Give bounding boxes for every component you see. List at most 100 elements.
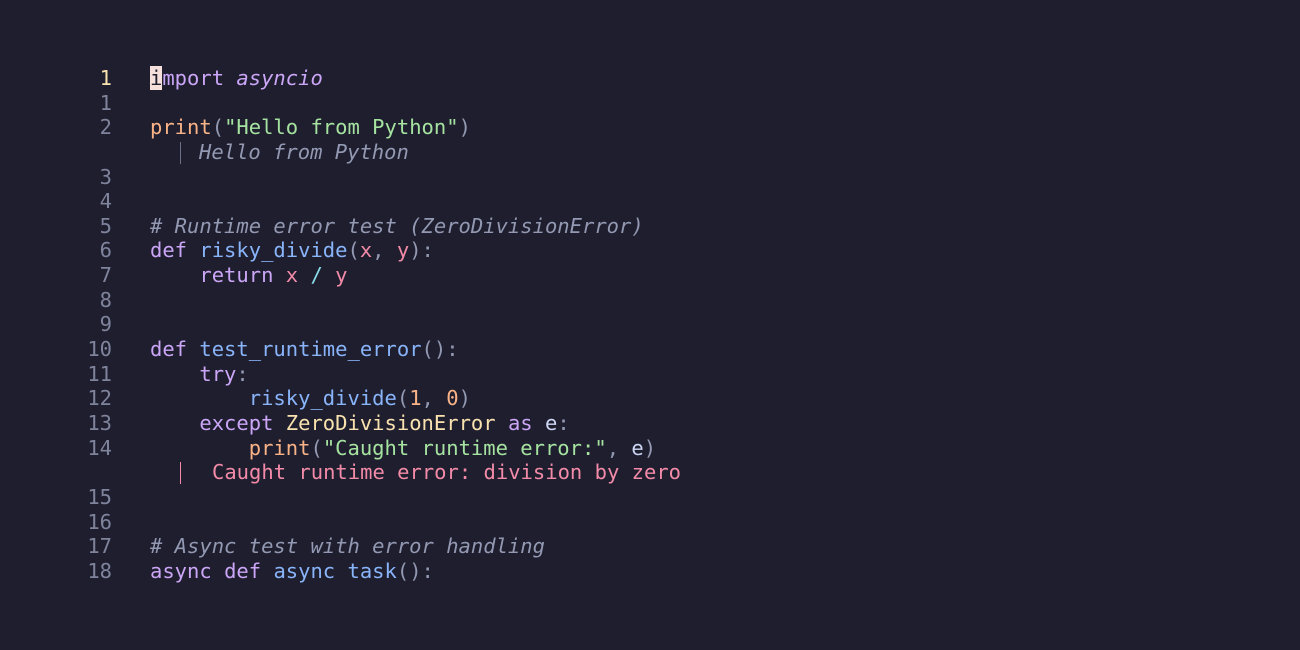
code-token: mport bbox=[162, 66, 225, 90]
code-token: ) bbox=[458, 115, 471, 140]
code-token: print bbox=[150, 115, 212, 140]
code-token: try bbox=[199, 361, 237, 386]
code-line[interactable]: 5 # Runtime error test (ZeroDivisionError… bbox=[0, 214, 1300, 239]
code-token: test_runtime_error bbox=[199, 337, 422, 362]
code-text[interactable]: import asyncio bbox=[150, 66, 323, 91]
code-text[interactable]: # Async test with error handling bbox=[150, 534, 545, 559]
code-editor[interactable]: 1 import asyncio 1 2 print("Hello from Pytho… bbox=[0, 66, 1300, 583]
line-number: 10 bbox=[87, 337, 112, 362]
code-line[interactable]: 4 bbox=[0, 189, 1300, 214]
code-line[interactable]: 12 risky_divide(1, 0) bbox=[0, 386, 1300, 411]
code-line[interactable]: 1 bbox=[0, 91, 1300, 116]
code-text[interactable]: print("Caught runtime error:", e) bbox=[150, 436, 656, 461]
code-token: x bbox=[285, 263, 299, 288]
code-token: def bbox=[150, 238, 188, 263]
code-token: return bbox=[199, 263, 274, 288]
code-token: ( bbox=[347, 238, 360, 263]
code-token: e bbox=[532, 410, 558, 435]
code-token: "Hello from Python" bbox=[224, 115, 459, 140]
code-token: risky_divide bbox=[199, 238, 348, 263]
code-token: def bbox=[150, 337, 188, 362]
line-number: 15 bbox=[87, 484, 112, 509]
code-text[interactable]: try: bbox=[150, 361, 249, 387]
output-gutter-bar bbox=[180, 141, 181, 164]
code-token: , bbox=[606, 435, 632, 460]
code-token: ) bbox=[458, 386, 471, 411]
code-line[interactable]: 8 bbox=[0, 288, 1300, 313]
code-token: async bbox=[150, 558, 212, 583]
line-number: 1 bbox=[99, 66, 112, 90]
line-number: 1 bbox=[99, 90, 112, 115]
line-number: 17 bbox=[87, 534, 112, 559]
line-number: 7 bbox=[99, 263, 112, 288]
code-text[interactable]: risky_divide(1, 0) bbox=[150, 386, 471, 411]
code-token: ( bbox=[396, 386, 410, 411]
line-number: 12 bbox=[87, 386, 112, 411]
line-number: 9 bbox=[99, 312, 112, 337]
line-number: 11 bbox=[87, 361, 112, 386]
line-number: 16 bbox=[87, 509, 112, 534]
line-number: 2 bbox=[99, 115, 112, 140]
code-token: (): bbox=[421, 337, 459, 362]
line-number: 5 bbox=[99, 213, 112, 238]
code-line[interactable]: 9 bbox=[0, 312, 1300, 337]
code-line[interactable]: 10 def test_runtime_error(): bbox=[0, 337, 1300, 362]
code-token: as bbox=[507, 410, 533, 435]
line-number: 18 bbox=[87, 558, 112, 583]
code-token: ( bbox=[211, 115, 225, 140]
text-cursor: i bbox=[150, 66, 163, 90]
code-line[interactable]: 18 async def async task(): bbox=[0, 559, 1300, 584]
code-line[interactable]: 1 import asyncio bbox=[0, 66, 1300, 91]
line-number: 8 bbox=[99, 287, 112, 312]
code-line[interactable]: 3 bbox=[0, 165, 1300, 190]
output-message: Hello from Python bbox=[199, 139, 409, 164]
code-line[interactable]: 13 except ZeroDivisionError as e: bbox=[0, 411, 1300, 436]
code-text[interactable]: def risky_divide(x, y): bbox=[150, 238, 434, 263]
code-token: except bbox=[199, 410, 274, 435]
code-token: print bbox=[248, 435, 311, 460]
code-token: : bbox=[236, 361, 249, 386]
code-text[interactable]: # Runtime error test (ZeroDivisionError) bbox=[150, 214, 644, 239]
code-text[interactable]: async def async task(): bbox=[150, 559, 434, 584]
code-text[interactable]: return x / y bbox=[150, 263, 348, 288]
code-line[interactable]: 17 # Async test with error handling bbox=[0, 534, 1300, 559]
code-text[interactable]: except ZeroDivisionError as e: bbox=[150, 410, 569, 436]
code-token: e bbox=[631, 435, 644, 460]
code-line[interactable]: 7 return x / y bbox=[0, 263, 1300, 288]
code-token: ): bbox=[409, 238, 434, 263]
code-line[interactable]: 16 bbox=[0, 510, 1300, 535]
code-line[interactable]: 6 def risky_divide(x, y): bbox=[0, 238, 1300, 263]
code-line[interactable]: 2 print("Hello from Python") bbox=[0, 115, 1300, 140]
code-token: ) bbox=[643, 435, 657, 460]
output-text: Caught runtime error: division by zero bbox=[180, 460, 681, 485]
output-text: Hello from Python bbox=[180, 140, 409, 165]
line-number: 3 bbox=[99, 164, 112, 189]
output-gutter-bar bbox=[180, 462, 181, 485]
code-token: y bbox=[335, 263, 348, 288]
code-line[interactable]: 15 bbox=[0, 485, 1300, 510]
line-number: 6 bbox=[99, 238, 112, 263]
code-line[interactable]: 14 print("Caught runtime error:", e) bbox=[0, 436, 1300, 461]
code-line[interactable]: 11 try: bbox=[0, 362, 1300, 387]
code-token: / bbox=[310, 263, 323, 288]
code-text[interactable]: def test_runtime_error(): bbox=[150, 337, 459, 362]
code-token: 0 bbox=[446, 386, 459, 411]
code-token: # Runtime error test (ZeroDivisionError) bbox=[150, 213, 644, 238]
code-token: x bbox=[359, 238, 373, 263]
code-token: 1 bbox=[409, 386, 422, 411]
code-text[interactable]: print("Hello from Python") bbox=[150, 115, 471, 140]
inline-error-output[interactable]: Caught runtime error: division by zero bbox=[0, 460, 1300, 485]
line-number: 14 bbox=[87, 435, 112, 460]
code-token: def bbox=[224, 558, 262, 583]
code-token: y bbox=[396, 238, 410, 263]
inline-output[interactable]: Hello from Python bbox=[0, 140, 1300, 165]
